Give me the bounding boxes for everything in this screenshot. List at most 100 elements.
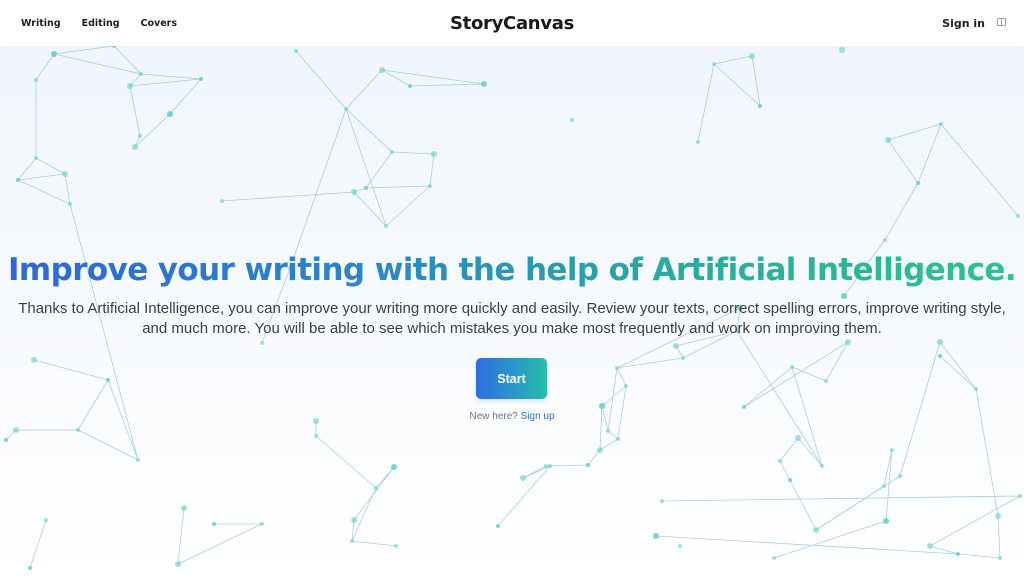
- network-link: [736, 330, 823, 467]
- network-link: [779, 460, 791, 481]
- sign-up-link[interactable]: Sign up: [521, 411, 555, 422]
- network-node: [68, 202, 72, 206]
- network-link: [939, 341, 977, 390]
- network-node: [615, 366, 619, 370]
- network-node: [883, 238, 887, 242]
- network-node: [820, 464, 824, 468]
- network-link: [77, 379, 109, 431]
- network-node: [31, 357, 37, 363]
- network-node: [220, 199, 224, 203]
- network-node: [696, 140, 700, 144]
- network-link: [353, 191, 387, 227]
- network-node: [790, 365, 794, 369]
- network-node: [749, 53, 755, 59]
- network-link: [887, 139, 919, 184]
- network-node: [51, 51, 57, 57]
- network-link: [345, 108, 387, 227]
- network-node: [788, 478, 792, 482]
- network-node: [344, 107, 348, 111]
- nav-links: Writing Editing Covers: [21, 0, 177, 46]
- network-link: [779, 437, 799, 462]
- network-node: [927, 543, 933, 549]
- network-node: [678, 544, 682, 548]
- hero-subtext: Thanks to Artificial Intelligence, you c…: [0, 299, 1024, 338]
- network-node: [995, 513, 1001, 519]
- brand-logo-text[interactable]: StoryCanvas: [450, 13, 574, 34]
- network-link: [365, 185, 431, 189]
- network-node: [496, 524, 500, 528]
- network-link: [997, 515, 1001, 559]
- network-link: [409, 83, 485, 87]
- network-node: [586, 463, 590, 467]
- network-node: [34, 78, 38, 82]
- network-node: [28, 566, 32, 570]
- network-node: [839, 47, 845, 53]
- network-link: [939, 355, 977, 390]
- network-node: [351, 517, 357, 523]
- network-link: [887, 123, 942, 141]
- network-node: [390, 150, 394, 154]
- network-node: [391, 464, 397, 470]
- network-link: [599, 438, 619, 451]
- nav-link-covers[interactable]: Covers: [141, 18, 177, 29]
- network-node: [44, 518, 48, 522]
- network-node: [350, 539, 354, 543]
- network-node: [212, 522, 216, 526]
- network-node: [778, 459, 782, 463]
- network-node: [956, 552, 960, 556]
- network-node: [883, 518, 889, 524]
- network-link: [365, 151, 393, 189]
- network-link: [697, 63, 715, 143]
- network-node: [712, 62, 716, 66]
- network-node: [813, 527, 819, 533]
- network-node: [544, 464, 548, 468]
- network-link: [940, 123, 1019, 217]
- start-button[interactable]: Start: [476, 358, 547, 399]
- network-node: [597, 447, 603, 453]
- network-node: [520, 475, 526, 481]
- network-link: [345, 69, 383, 110]
- network-node: [127, 83, 133, 89]
- network-node: [175, 561, 181, 567]
- network-node: [974, 387, 978, 391]
- network-node: [824, 379, 828, 383]
- network-link: [35, 157, 66, 175]
- network-node: [481, 81, 487, 87]
- network-link: [884, 182, 919, 241]
- network-link: [29, 519, 47, 569]
- network-link: [497, 465, 551, 527]
- network-link: [917, 123, 942, 184]
- nav-link-writing[interactable]: Writing: [21, 18, 61, 29]
- network-node: [106, 378, 110, 382]
- network-node: [742, 405, 746, 409]
- sign-in-link[interactable]: Sign in: [942, 17, 985, 30]
- language-flag-icon[interactable]: [997, 18, 1006, 26]
- network-link: [825, 341, 849, 382]
- network-node: [260, 522, 264, 526]
- network-node: [1016, 214, 1020, 218]
- network-node: [314, 434, 318, 438]
- network-link: [351, 540, 397, 547]
- network-link: [616, 367, 627, 387]
- network-node: [890, 448, 894, 452]
- network-node: [199, 77, 203, 81]
- network-link: [789, 479, 817, 531]
- network-link: [429, 153, 435, 187]
- network-link: [35, 53, 55, 81]
- network-node: [673, 343, 679, 349]
- new-here-prompt: New here? Sign up: [0, 411, 1024, 422]
- network-link: [713, 55, 753, 65]
- network-link: [53, 46, 115, 55]
- network-node: [76, 428, 80, 432]
- network-link: [381, 69, 411, 87]
- network-node: [351, 189, 357, 195]
- network-link: [169, 78, 202, 115]
- network-node: [181, 505, 187, 511]
- network-node: [428, 184, 432, 188]
- network-node: [606, 429, 610, 433]
- network-link: [381, 69, 485, 85]
- network-link: [345, 108, 393, 153]
- network-link: [899, 341, 941, 477]
- nav-link-editing[interactable]: Editing: [82, 18, 120, 29]
- network-link: [957, 553, 1001, 559]
